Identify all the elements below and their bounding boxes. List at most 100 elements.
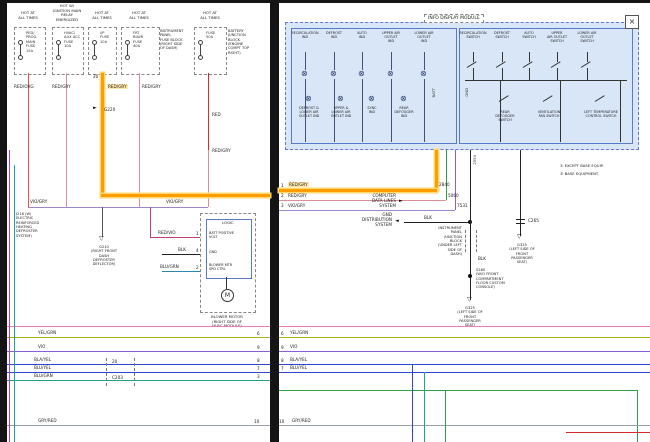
legend-item: ① EXCEPT BASE EQUIP. <box>560 164 646 169</box>
wire <box>587 52 588 62</box>
ground-id-label: G325 (LEFT SIDE OF FRONT PASSENGER SEAT) <box>444 306 496 328</box>
indicator-label: DEFROST & LOWER AIR OUTLET IND <box>293 106 325 118</box>
wire <box>226 277 227 289</box>
connector-tick <box>516 223 525 224</box>
wire <box>473 68 474 80</box>
wire-magenta <box>9 150 10 442</box>
blower-pin-label: BATT POSITIVE VOLT <box>209 231 249 239</box>
inline-connector <box>134 358 135 386</box>
wire <box>587 68 588 80</box>
legend-item: ② BASE EQUIPMENT. <box>560 172 646 177</box>
fuse-icon <box>127 42 128 58</box>
fuse-icon <box>200 42 201 58</box>
traced-wire-highlight <box>101 194 270 197</box>
switch-label: RECIRCULATION SWITCH <box>458 31 488 39</box>
traced-wire-highlight <box>435 150 438 190</box>
wire-blk <box>404 222 470 223</box>
system-reference-label: GND DISTRIBUTION SYSTEM <box>354 212 392 227</box>
switch-label: LOWER AIR OUTLET SWITCH <box>572 31 602 43</box>
pin-number: 20 <box>93 74 98 79</box>
switch-label: DEFROST SWITCH <box>487 31 517 39</box>
pin-number: 7 <box>281 366 284 371</box>
bus-wire-blu-grn <box>7 380 270 381</box>
ground-icon: ▽ <box>99 236 104 242</box>
system-reference-label: COMPUTER DATA LINES SYSTEM <box>356 193 396 208</box>
power-header: HOT AT ALL TIMES <box>10 11 46 20</box>
wire-vio-gry <box>279 210 455 211</box>
circuit-number: 5060 <box>448 193 459 198</box>
wire <box>529 52 530 62</box>
indicator-bulb-icon: ⊗ <box>305 95 312 103</box>
wire-teal <box>424 372 425 442</box>
module-title: INFO DISPLAY MODULE <box>424 14 484 23</box>
power-header: HOT W/ IGNITION MAIN RELAY ENERGIZED <box>47 4 87 22</box>
bus-wire-gry-red <box>279 425 650 426</box>
splice-id-label: S280 (W/O FRONT COMPARTMENT FLOOR CUSTOM… <box>476 268 530 290</box>
bus-wire-pink <box>7 326 270 327</box>
ground-wire <box>102 207 103 237</box>
pin-number: 10 <box>279 419 284 424</box>
splice-note-label: J216 (W/ ELECTRIC REINFORCED HEATING DEF… <box>16 212 60 238</box>
fuse-box: I/P FUSE 10A <box>88 27 117 75</box>
wire-color-label: RED/GRY <box>52 84 71 89</box>
wire <box>529 68 530 80</box>
wire-red-vio <box>150 207 151 237</box>
pin-number: 6 <box>281 331 284 336</box>
circuit-number: 7531 <box>457 203 468 208</box>
wire <box>557 52 558 62</box>
bus-wire-blu-yel <box>279 364 650 365</box>
ip-fuse-block-label: INSTRUMENT PANEL FUSE BLOCK (RIGHT SIDE … <box>160 29 193 51</box>
switch-label: REAR DEFOGGER SWITCH <box>487 110 523 122</box>
wire-color-label: BLK <box>424 215 432 220</box>
indicator-label: UPPER AIR OUTLET IND <box>377 31 405 43</box>
wire-color-label: VIO <box>38 344 45 349</box>
wire-color-label: RED/GRY <box>288 193 307 198</box>
pin-number: 2 <box>196 265 199 270</box>
pin-number: 9 <box>281 345 284 350</box>
wire <box>557 68 558 80</box>
bus-wire-blu-yel <box>279 372 650 373</box>
wiring-diagram-viewer: { "viewer": {"close_icon": "×"}, "icons"… <box>0 0 650 442</box>
wire-red-gry <box>139 73 140 207</box>
wire-color-label: GRY/RED <box>38 418 57 423</box>
indicator-bulb-icon: ⊗ <box>368 95 375 103</box>
wire-color-label: BLU/GRN <box>160 264 179 269</box>
page-divider <box>270 0 279 442</box>
wire-color-label: VIO/GRY <box>288 203 305 208</box>
motor-icon: M <box>221 289 234 302</box>
wire <box>502 52 503 62</box>
fuse-box: FRT BLWR FUSE 40A <box>121 27 160 75</box>
bus-wire-gry-red <box>7 425 270 426</box>
indicator-label: LOWER AIR OUTLET IND <box>410 31 438 43</box>
switch-label: AUTO SWITCH <box>514 31 544 39</box>
pin-number: 9 <box>257 345 260 350</box>
close-button[interactable]: × <box>625 15 639 29</box>
bus-wire-green <box>279 390 638 391</box>
wire-blk <box>162 254 202 255</box>
fuse-icon <box>20 42 21 58</box>
wire-color-label: VIO/GRY <box>30 199 47 204</box>
fuse-icon <box>94 42 95 58</box>
fuse-label: HVAC/ AUX ACC FUSE 10A <box>64 31 80 49</box>
left-border <box>0 0 7 442</box>
indicator-bulb-icon: ⊗ <box>358 70 365 78</box>
ground-id-label: G325 (LEFT SIDE OF FRONT PASSENGER SEAT) <box>500 243 544 265</box>
wire-color-label: BLK <box>478 256 486 261</box>
wire-blue <box>412 364 413 442</box>
junction-block-connector <box>476 230 477 252</box>
wire <box>391 52 392 70</box>
wire-color-label: RED/VIO <box>158 230 176 235</box>
wire-red-org <box>28 73 29 207</box>
ground-icon: ▽ <box>467 297 472 303</box>
pin-number: 2 <box>281 193 284 198</box>
blower-pin-label: GND <box>209 250 249 254</box>
wire-vio-gry <box>28 207 208 208</box>
wire-color-label: VIO/GRY <box>166 199 183 204</box>
switch-common-bus <box>465 80 627 81</box>
wire-color-label: VIO <box>290 344 297 349</box>
pin-number: 8 <box>257 358 260 363</box>
wire <box>424 52 425 70</box>
indicator-label: REAR DEFOGGER IND <box>388 106 420 118</box>
indicator-bulb-icon: ⊗ <box>420 70 427 78</box>
wire-color-label: YEL/GRN <box>38 330 56 335</box>
